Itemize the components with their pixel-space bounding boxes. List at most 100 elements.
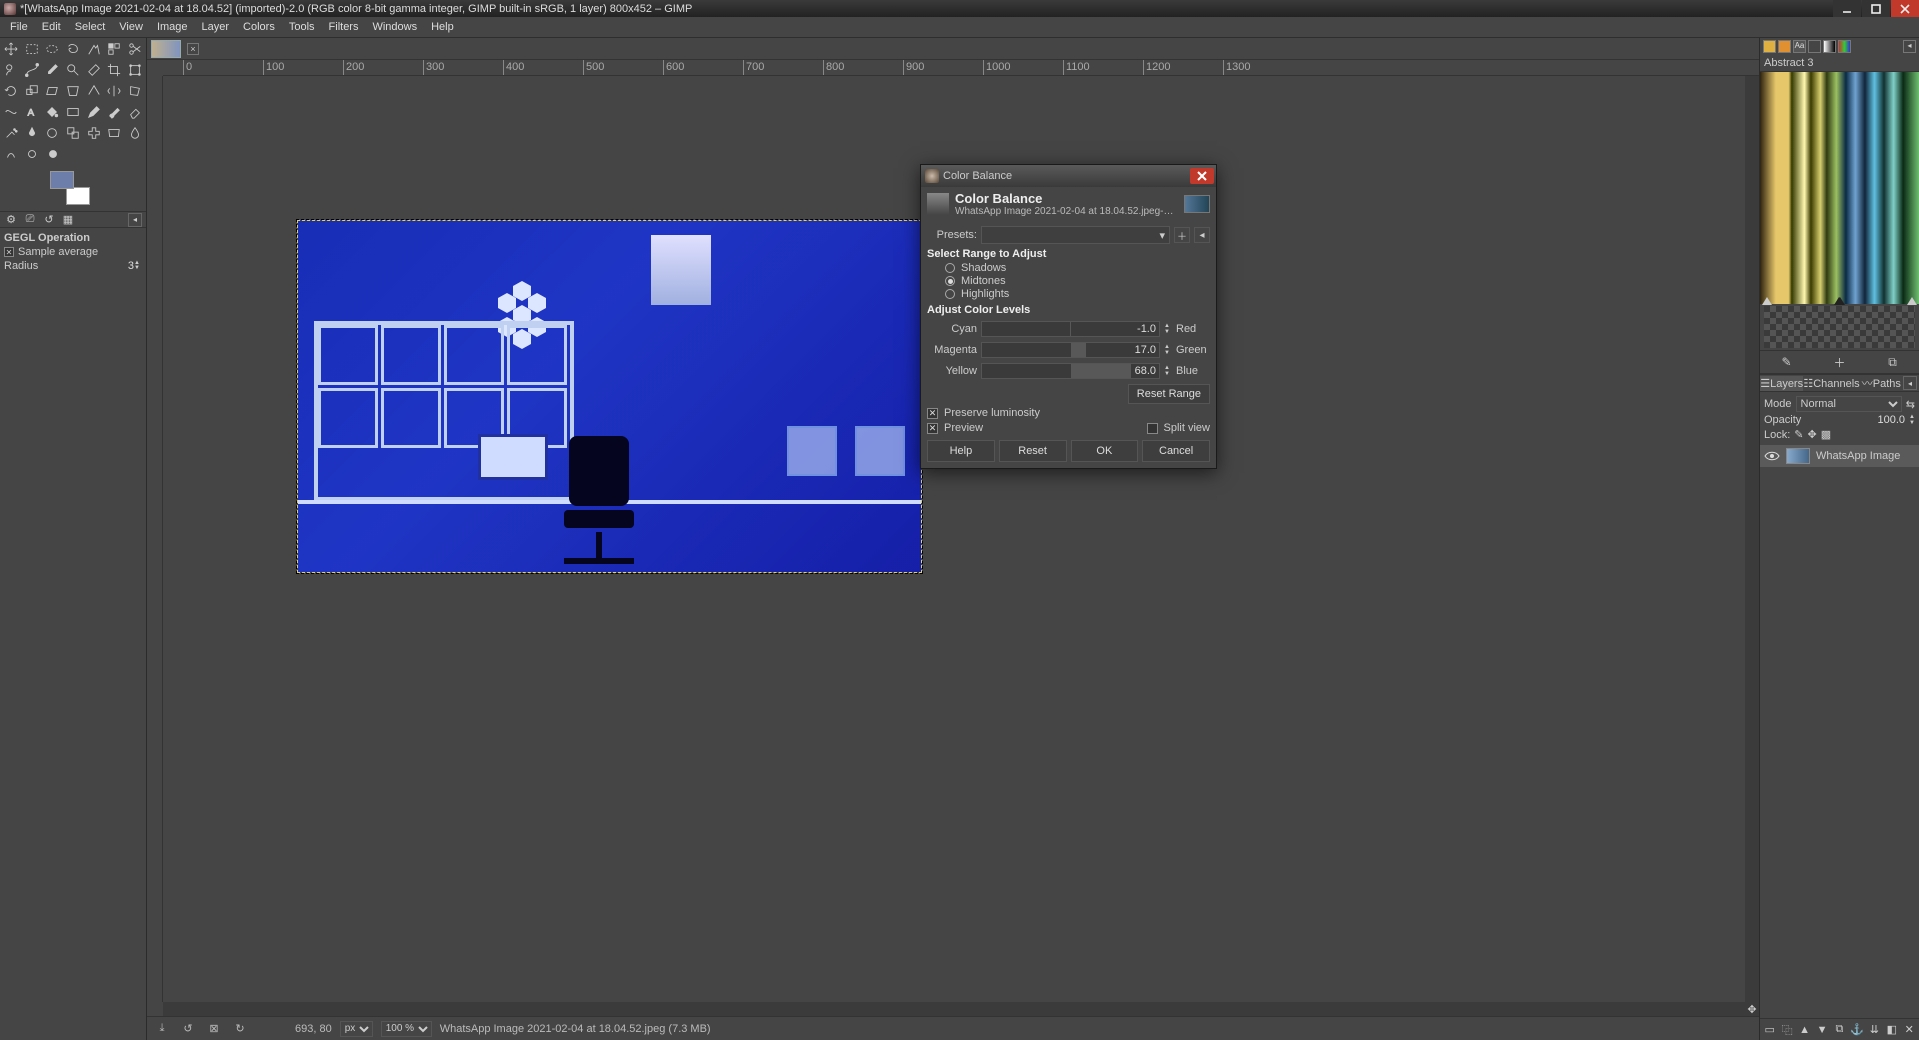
tab-paths[interactable]: 〰Paths [1860, 374, 1903, 392]
menu-select[interactable]: Select [68, 19, 113, 35]
tool-paintbrush[interactable] [106, 103, 124, 121]
tab-undo[interactable]: ↺ [41, 212, 57, 227]
tool-measure[interactable] [85, 61, 103, 79]
maximize-button[interactable] [1862, 0, 1890, 17]
merge-layer-icon[interactable]: ⇊ [1867, 1021, 1882, 1038]
image-tab-1[interactable] [151, 40, 181, 58]
grad-dup-icon[interactable]: ⧉ [1885, 354, 1901, 370]
tool-scissors[interactable] [126, 40, 144, 58]
sample-average-checkbox[interactable]: ✕ Sample average [4, 246, 142, 258]
tab-channels[interactable]: ☷Channels [1803, 376, 1859, 391]
tool-airbrush[interactable] [2, 124, 20, 142]
visibility-icon[interactable] [1764, 450, 1780, 462]
tool-perspective-clone[interactable] [106, 124, 124, 142]
tool-dodge[interactable] [23, 145, 41, 163]
tool-lasso[interactable] [64, 40, 82, 58]
tool-color-picker[interactable] [43, 61, 61, 79]
tab-tool-options[interactable]: ⚙ [3, 212, 19, 227]
tool-heal[interactable] [85, 124, 103, 142]
tool-blur[interactable] [126, 124, 144, 142]
raise-layer-icon[interactable]: ▲ [1797, 1021, 1812, 1038]
sb-undo-icon[interactable]: ↺ [179, 1020, 197, 1038]
tool-scale[interactable] [23, 82, 41, 100]
menu-windows[interactable]: Windows [365, 19, 424, 35]
tool-color-select[interactable] [106, 40, 124, 58]
preset-menu-button[interactable]: ◂ [1194, 227, 1210, 243]
new-layer-icon[interactable]: ▭ [1762, 1021, 1777, 1038]
menu-colors[interactable]: Colors [236, 19, 282, 35]
navigation-button[interactable]: ✥ [1745, 1002, 1759, 1016]
tool-crop[interactable] [106, 61, 124, 79]
gradient-preview[interactable] [1760, 72, 1919, 304]
tabs-configure[interactable]: ◂ [1903, 376, 1917, 390]
tool-ink[interactable] [23, 124, 41, 142]
tool-paths[interactable] [23, 61, 41, 79]
radius-input[interactable] [94, 260, 134, 272]
slider-spinner[interactable]: ▲▼ [1164, 323, 1172, 335]
tool-shear[interactable] [43, 82, 61, 100]
lock-position-icon[interactable]: ✥ [1808, 428, 1817, 441]
tab-palettes-icon[interactable] [1838, 40, 1851, 53]
layer-row[interactable]: WhatsApp Image [1760, 445, 1919, 467]
tab-fonts-icon[interactable]: Aa [1793, 40, 1806, 53]
slider-track[interactable]: 68.0 [981, 363, 1160, 379]
tool-flip[interactable] [106, 82, 124, 100]
grad-new-icon[interactable]: ＋ [1832, 354, 1848, 370]
tool-foreground-select[interactable] [2, 61, 20, 79]
tab-layers[interactable]: ☰Layers [1760, 376, 1803, 391]
sb-redo-icon[interactable]: ↻ [231, 1020, 249, 1038]
sb-close-icon[interactable]: ⊠ [205, 1020, 223, 1038]
tab-history-icon[interactable] [1808, 40, 1821, 53]
dialog-close-button[interactable] [1190, 168, 1214, 184]
unit-selector[interactable]: px [340, 1021, 373, 1037]
tool-warp[interactable] [2, 103, 20, 121]
menu-tools[interactable]: Tools [282, 19, 322, 35]
minimize-button[interactable] [1833, 0, 1861, 17]
opacity-input[interactable] [1865, 414, 1905, 426]
menu-file[interactable]: File [3, 19, 35, 35]
slider-spinner[interactable]: ▲▼ [1164, 344, 1172, 356]
opacity-spinner[interactable]: ▲▼ [1909, 414, 1915, 426]
tool-zoom[interactable] [64, 61, 82, 79]
tool-perspective[interactable] [64, 82, 82, 100]
gradient-thumb[interactable] [1764, 306, 1915, 348]
menu-view[interactable]: View [112, 19, 150, 35]
menu-edit[interactable]: Edit [35, 19, 68, 35]
menu-layer[interactable]: Layer [195, 19, 237, 35]
tool-rect-select[interactable] [23, 40, 41, 58]
image-tab-close[interactable]: × [187, 43, 199, 55]
grad-edit-icon[interactable]: ✎ [1779, 354, 1795, 370]
lower-layer-icon[interactable]: ▼ [1814, 1021, 1829, 1038]
mode-switch-icon[interactable]: ⇆ [1906, 398, 1915, 411]
mode-select[interactable]: Normal [1796, 396, 1902, 412]
anchor-layer-icon[interactable]: ⚓ [1849, 1021, 1864, 1038]
tool-mypaint[interactable] [43, 124, 61, 142]
dialog-titlebar[interactable]: Color Balance [921, 165, 1216, 187]
vertical-scrollbar[interactable] [1745, 76, 1759, 1002]
tool-clone[interactable] [64, 124, 82, 142]
tool-burn[interactable] [44, 145, 62, 163]
zoom-selector[interactable]: 100 % [381, 1021, 432, 1037]
tab-gradients-icon[interactable] [1823, 40, 1836, 53]
tab-brushes-icon[interactable] [1763, 40, 1776, 53]
range-midtones[interactable]: Midtones [945, 275, 1210, 287]
tab-configure-icon[interactable]: ◂ [1903, 40, 1916, 53]
menu-filters[interactable]: Filters [322, 19, 366, 35]
tool-bucket-fill[interactable] [43, 103, 61, 121]
tab-configure[interactable]: ◂ [128, 213, 142, 227]
preserve-luminosity-check[interactable]: ✕Preserve luminosity [927, 407, 1210, 419]
ruler-horizontal[interactable]: 0100200300400500600700800900100011001200… [163, 60, 1759, 76]
ruler-vertical[interactable] [147, 76, 163, 1002]
cancel-button[interactable]: Cancel [1142, 440, 1210, 462]
tool-ellipse-select[interactable] [43, 40, 61, 58]
range-highlights[interactable]: Highlights [945, 288, 1210, 300]
tool-text[interactable]: A [23, 103, 41, 121]
tool-cage[interactable] [126, 82, 144, 100]
tool-gradient[interactable] [64, 103, 82, 121]
tool-unified-transform[interactable] [126, 61, 144, 79]
preset-add-button[interactable]: ＋ [1174, 227, 1190, 243]
reset-range-button[interactable]: Reset Range [1128, 384, 1210, 404]
sb-save-icon[interactable]: ⤓ [153, 1020, 171, 1038]
tool-fuzzy-select[interactable] [85, 40, 103, 58]
tool-move[interactable] [2, 40, 20, 58]
